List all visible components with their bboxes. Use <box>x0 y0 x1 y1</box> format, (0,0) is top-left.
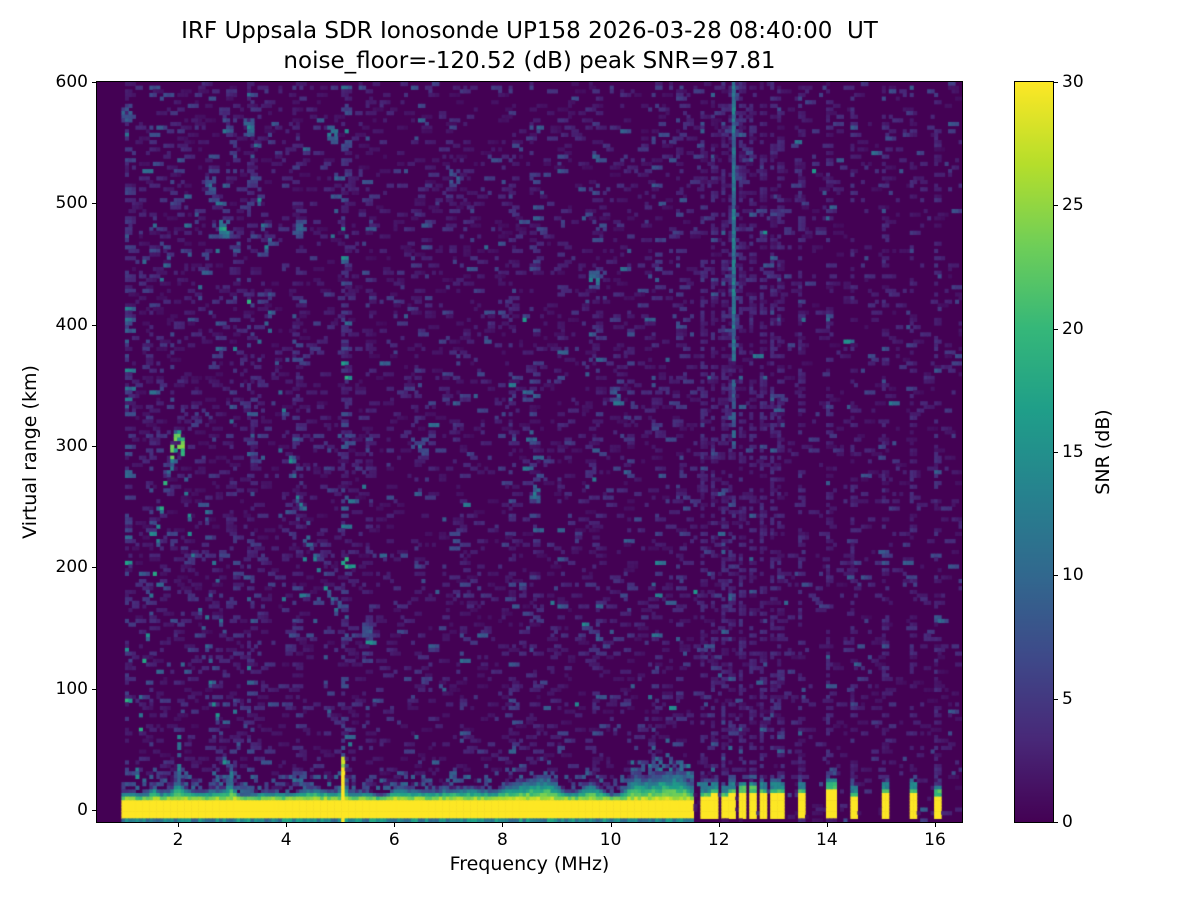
chart-title-line1: IRF Uppsala SDR Ionosonde UP158 2026-03-… <box>181 18 878 44</box>
y-tick <box>92 445 96 447</box>
x-tick <box>826 823 828 827</box>
x-tick-label: 6 <box>388 830 400 850</box>
x-tick-label: 10 <box>599 830 622 850</box>
y-tick-label: 200 <box>55 557 88 578</box>
y-tick-label: 500 <box>55 193 88 214</box>
x-axis-label: Frequency (MHz) <box>449 853 610 875</box>
y-tick-label: 400 <box>55 314 88 335</box>
colorbar-tick <box>1054 575 1058 577</box>
x-tick-label: 8 <box>497 830 508 850</box>
ionogram-heatmap <box>97 82 962 822</box>
colorbar-tick <box>1054 328 1058 330</box>
colorbar-tick-label: 5 <box>1062 688 1073 709</box>
x-tick-label: 12 <box>707 830 730 850</box>
y-tick-label: 600 <box>55 72 88 92</box>
x-tick <box>394 823 396 827</box>
colorbar-label: SNR (dB) <box>1092 409 1114 495</box>
colorbar-tick <box>1054 698 1058 700</box>
colorbar-tick <box>1054 822 1058 823</box>
y-tick-label: 300 <box>55 435 88 456</box>
y-tick <box>92 688 96 690</box>
colorbar <box>1014 81 1054 823</box>
y-tick <box>92 82 96 83</box>
colorbar-tick-label: 30 <box>1062 72 1084 92</box>
x-tick-label: 2 <box>172 830 184 850</box>
colorbar-tick-label: 25 <box>1062 195 1084 216</box>
colorbar-tick-label: 15 <box>1062 442 1084 462</box>
x-tick-label: 16 <box>924 830 946 850</box>
colorbar-tick <box>1054 452 1058 453</box>
colorbar-tick <box>1054 205 1058 207</box>
x-tick <box>178 823 180 827</box>
colorbar-tick <box>1054 82 1058 83</box>
colorbar-tick-label: 20 <box>1062 318 1084 339</box>
x-tick <box>502 823 504 827</box>
x-tick-label: 14 <box>816 830 838 850</box>
y-tick-label: 100 <box>55 678 88 699</box>
y-tick-label: 0 <box>77 799 88 820</box>
colorbar-tick-label: 0 <box>1062 812 1073 832</box>
x-tick <box>286 823 288 827</box>
y-tick <box>92 203 96 205</box>
x-tick <box>610 823 612 827</box>
x-tick <box>934 823 936 827</box>
y-tick <box>92 809 96 811</box>
colorbar-tick-label: 10 <box>1062 565 1084 586</box>
ionogram-figure: IRF Uppsala SDR Ionosonde UP158 2026-03-… <box>0 0 1200 900</box>
y-tick <box>92 567 96 569</box>
x-tick <box>718 823 720 827</box>
x-tick-label: 4 <box>280 830 292 850</box>
y-tick <box>92 324 96 326</box>
chart-title-line2: noise_floor=-120.52 (dB) peak SNR=97.81 <box>283 48 776 74</box>
